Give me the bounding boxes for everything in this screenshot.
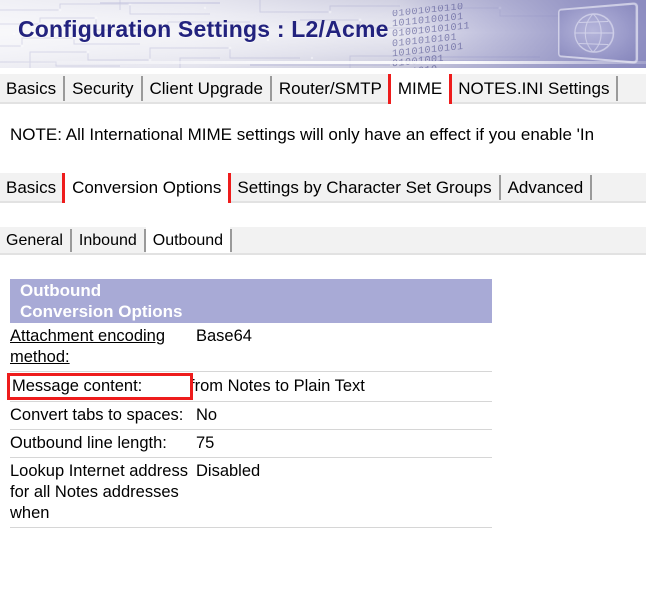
section-header-line2: Conversion Options (20, 302, 183, 321)
form-row: Outbound line length: 75 (10, 430, 492, 458)
tab-security[interactable]: Security (65, 74, 141, 104)
tab-label: Settings by Character Set Groups (237, 178, 492, 197)
tab-label: Conversion Options (72, 178, 222, 197)
form-row: Convert tabs to spaces: No (10, 402, 492, 430)
tab-label: Outbound (152, 232, 224, 249)
tab-outbound[interactable]: Outbound (145, 227, 231, 255)
tab-inbound[interactable]: Inbound (71, 227, 144, 255)
tab-mime[interactable]: MIME (390, 74, 450, 104)
form-row: Message content: from Notes to Plain Text (10, 372, 492, 402)
tab-separator (230, 229, 233, 252)
form-row-label: Message content: (10, 376, 190, 397)
page-banner: 01001010110 10110100101 010010101011 010… (0, 0, 646, 68)
form-row-value[interactable]: Base64 (196, 326, 492, 347)
tab-label: Advanced (507, 178, 584, 197)
tab-notes-ini-settings[interactable]: NOTES.INI Settings (451, 74, 617, 104)
banner-highlight-line (0, 61, 646, 64)
tab-separator (616, 76, 619, 101)
tab-router-smtp[interactable]: Router/SMTP (271, 74, 389, 104)
tab-settings-by-character-set-groups[interactable]: Settings by Character Set Groups (230, 173, 499, 203)
tabbar-level3-underline (0, 253, 646, 255)
tab-separator (590, 175, 593, 200)
tab-basics[interactable]: Basics (0, 173, 64, 203)
form-row-value[interactable]: from Notes to Plain Text (190, 376, 492, 397)
form-row-value[interactable]: 75 (196, 433, 492, 454)
form-row-value[interactable]: No (196, 405, 492, 426)
globe-monitor-icon (557, 2, 639, 64)
tab-general[interactable]: General (0, 227, 70, 255)
tab-client-upgrade[interactable]: Client Upgrade (142, 74, 270, 104)
form-row-label: Outbound line length: (10, 434, 167, 452)
tabbar-level2: Basics Conversion Options Settings by Char… (0, 173, 646, 203)
tab-label: MIME (397, 79, 443, 98)
tab-label: General (6, 232, 63, 249)
tab-label: Basics (6, 178, 57, 197)
tab-conversion-options[interactable]: Conversion Options (65, 173, 229, 203)
form-row: Attachment encoding method: Base64 (10, 323, 492, 372)
tab-label: Router/SMTP (278, 79, 382, 98)
form-row-label: Lookup Internet address for all Notes ad… (10, 462, 188, 522)
tab-basics[interactable]: Basics (0, 74, 64, 104)
form-row-label: Attachment encoding method: (10, 327, 166, 366)
tab-label: Basics (6, 79, 57, 98)
tab-label: NOTES.INI Settings (458, 79, 610, 98)
form-row-label: Convert tabs to spaces: (10, 406, 184, 424)
binary-digits-decoration: 01001010110 10110100101 010010101011 010… (392, 1, 471, 68)
page-title: Configuration Settings : L2/Acme (18, 16, 389, 42)
tab-label: Security (72, 79, 134, 98)
note-text: NOTE: All International MIME settings wi… (10, 125, 595, 144)
tabbar-level1: Basics Security Client Upgrade Router/SMTP M… (0, 74, 646, 104)
tabbar-level3: General Inbound Outbound (0, 227, 646, 255)
section-header-line1: Outbound (20, 281, 102, 300)
form-row-value[interactable]: Disabled (196, 461, 492, 482)
settings-form: Attachment encoding method: Base64 Message… (10, 323, 492, 528)
form-row: Lookup Internet address for all Notes ad… (10, 458, 492, 528)
tab-advanced[interactable]: Advanced (500, 173, 591, 203)
tab-label: Inbound (78, 232, 137, 249)
tabbar-level1-underline (0, 102, 646, 104)
section-header-outbound-conversion-options: Outbound Conversion Options (10, 279, 492, 323)
tab-label: Client Upgrade (149, 79, 263, 98)
